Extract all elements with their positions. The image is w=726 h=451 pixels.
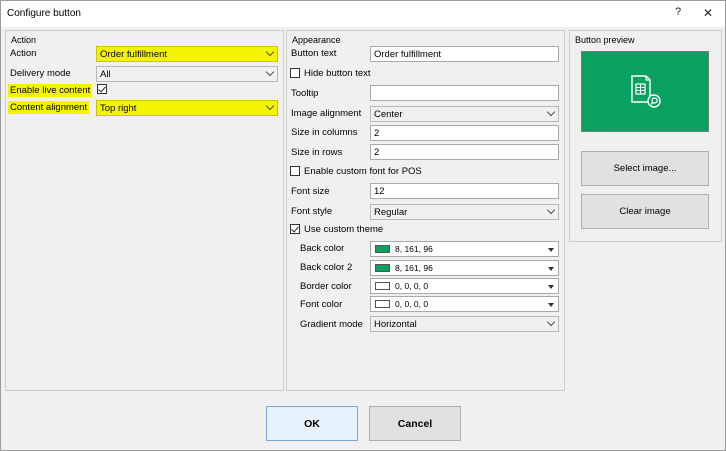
- font-color-value: 0, 0, 0, 0: [395, 299, 429, 309]
- custom-theme-checkbox[interactable]: [290, 224, 300, 234]
- gradient-mode-combo[interactable]: Horizontal: [370, 316, 559, 332]
- hide-text-checkbox[interactable]: [290, 68, 300, 78]
- order-search-icon: [631, 75, 661, 108]
- ok-button[interactable]: OK: [266, 406, 358, 441]
- button-text-field[interactable]: Order fulfillment: [370, 46, 559, 62]
- dropdown-triangle-icon: [548, 267, 554, 271]
- font-color-picker[interactable]: 0, 0, 0, 0: [370, 296, 559, 312]
- action-value: Order fulfillment: [100, 49, 168, 60]
- chevron-down-icon: [265, 47, 275, 57]
- font-style-value: Regular: [374, 207, 408, 218]
- back-color2-label: Back color 2: [300, 262, 353, 273]
- tooltip-field[interactable]: [370, 85, 559, 101]
- help-button[interactable]: ?: [671, 6, 685, 18]
- custom-font-checkbox[interactable]: [290, 166, 300, 176]
- action-label: Action: [10, 48, 37, 59]
- border-color-picker[interactable]: 0, 0, 0, 0: [370, 278, 559, 294]
- border-color-label: Border color: [300, 281, 352, 292]
- button-text-value: Order fulfillment: [374, 49, 442, 60]
- chevron-down-icon: [546, 107, 556, 117]
- back-color-swatch: [375, 245, 390, 253]
- clear-image-button[interactable]: Clear image: [581, 194, 709, 229]
- hide-text-label: Hide button text: [304, 68, 371, 79]
- columns-value: 2: [374, 128, 380, 139]
- tooltip-label: Tooltip: [291, 88, 319, 99]
- columns-label: Size in columns: [291, 127, 358, 138]
- back-color2-picker[interactable]: 8, 161, 96: [370, 260, 559, 276]
- dropdown-triangle-icon: [548, 248, 554, 252]
- rows-value: 2: [374, 147, 380, 158]
- dialog-title: Configure button: [7, 8, 81, 19]
- back-color2-swatch: [375, 264, 390, 272]
- content-alignment-label: Content alignment: [8, 101, 90, 114]
- font-style-label: Font style: [291, 206, 333, 217]
- rows-field[interactable]: 2: [370, 144, 559, 160]
- dropdown-triangle-icon: [548, 303, 554, 307]
- delivery-mode-value: All: [100, 69, 111, 80]
- back-color-label: Back color: [300, 243, 345, 254]
- gradient-mode-value: Horizontal: [374, 319, 417, 330]
- title-bar: Configure button ? ✕: [1, 1, 725, 27]
- image-alignment-value: Center: [374, 109, 403, 120]
- font-color-swatch: [375, 300, 390, 308]
- delivery-mode-label: Delivery mode: [10, 68, 71, 79]
- chevron-down-icon: [265, 67, 275, 77]
- live-content-checkbox[interactable]: [97, 84, 107, 94]
- content-alignment-value: Top right: [100, 103, 137, 114]
- action-combo[interactable]: Order fulfillment: [96, 46, 278, 62]
- button-text-label: Button text: [291, 48, 337, 59]
- columns-field[interactable]: 2: [370, 125, 559, 141]
- chevron-down-icon: [546, 205, 556, 215]
- cancel-button[interactable]: Cancel: [369, 406, 461, 441]
- dropdown-triangle-icon: [548, 285, 554, 289]
- custom-font-label: Enable custom font for POS: [304, 166, 422, 177]
- gradient-mode-label: Gradient mode: [300, 319, 363, 330]
- live-content-label: Enable live content: [8, 84, 93, 97]
- font-size-value: 12: [374, 186, 385, 197]
- content-alignment-combo[interactable]: Top right: [96, 100, 278, 116]
- custom-theme-label: Use custom theme: [304, 224, 384, 235]
- close-button[interactable]: ✕: [701, 6, 715, 20]
- font-color-label: Font color: [300, 299, 343, 310]
- configure-button-dialog: Configure button ? ✕ Action Action Order…: [0, 0, 726, 451]
- chevron-down-icon: [546, 317, 556, 327]
- select-image-button[interactable]: Select image...: [581, 151, 709, 186]
- delivery-mode-combo[interactable]: All: [96, 66, 278, 82]
- action-group-title: Action: [11, 35, 37, 45]
- font-size-label: Font size: [291, 186, 330, 197]
- rows-label: Size in rows: [291, 147, 343, 158]
- back-color2-value: 8, 161, 96: [395, 263, 433, 273]
- image-alignment-label: Image alignment: [291, 108, 362, 119]
- chevron-down-icon: [265, 101, 275, 111]
- font-size-field[interactable]: 12: [370, 183, 559, 199]
- button-preview: [581, 51, 709, 132]
- back-color-value: 8, 161, 96: [395, 244, 433, 254]
- preview-group-title: Button preview: [575, 35, 635, 45]
- back-color-picker[interactable]: 8, 161, 96: [370, 241, 559, 257]
- border-color-value: 0, 0, 0, 0: [395, 281, 429, 291]
- appearance-group-title: Appearance: [292, 35, 341, 45]
- image-alignment-combo[interactable]: Center: [370, 106, 559, 122]
- font-style-combo[interactable]: Regular: [370, 204, 559, 220]
- border-color-swatch: [375, 282, 390, 290]
